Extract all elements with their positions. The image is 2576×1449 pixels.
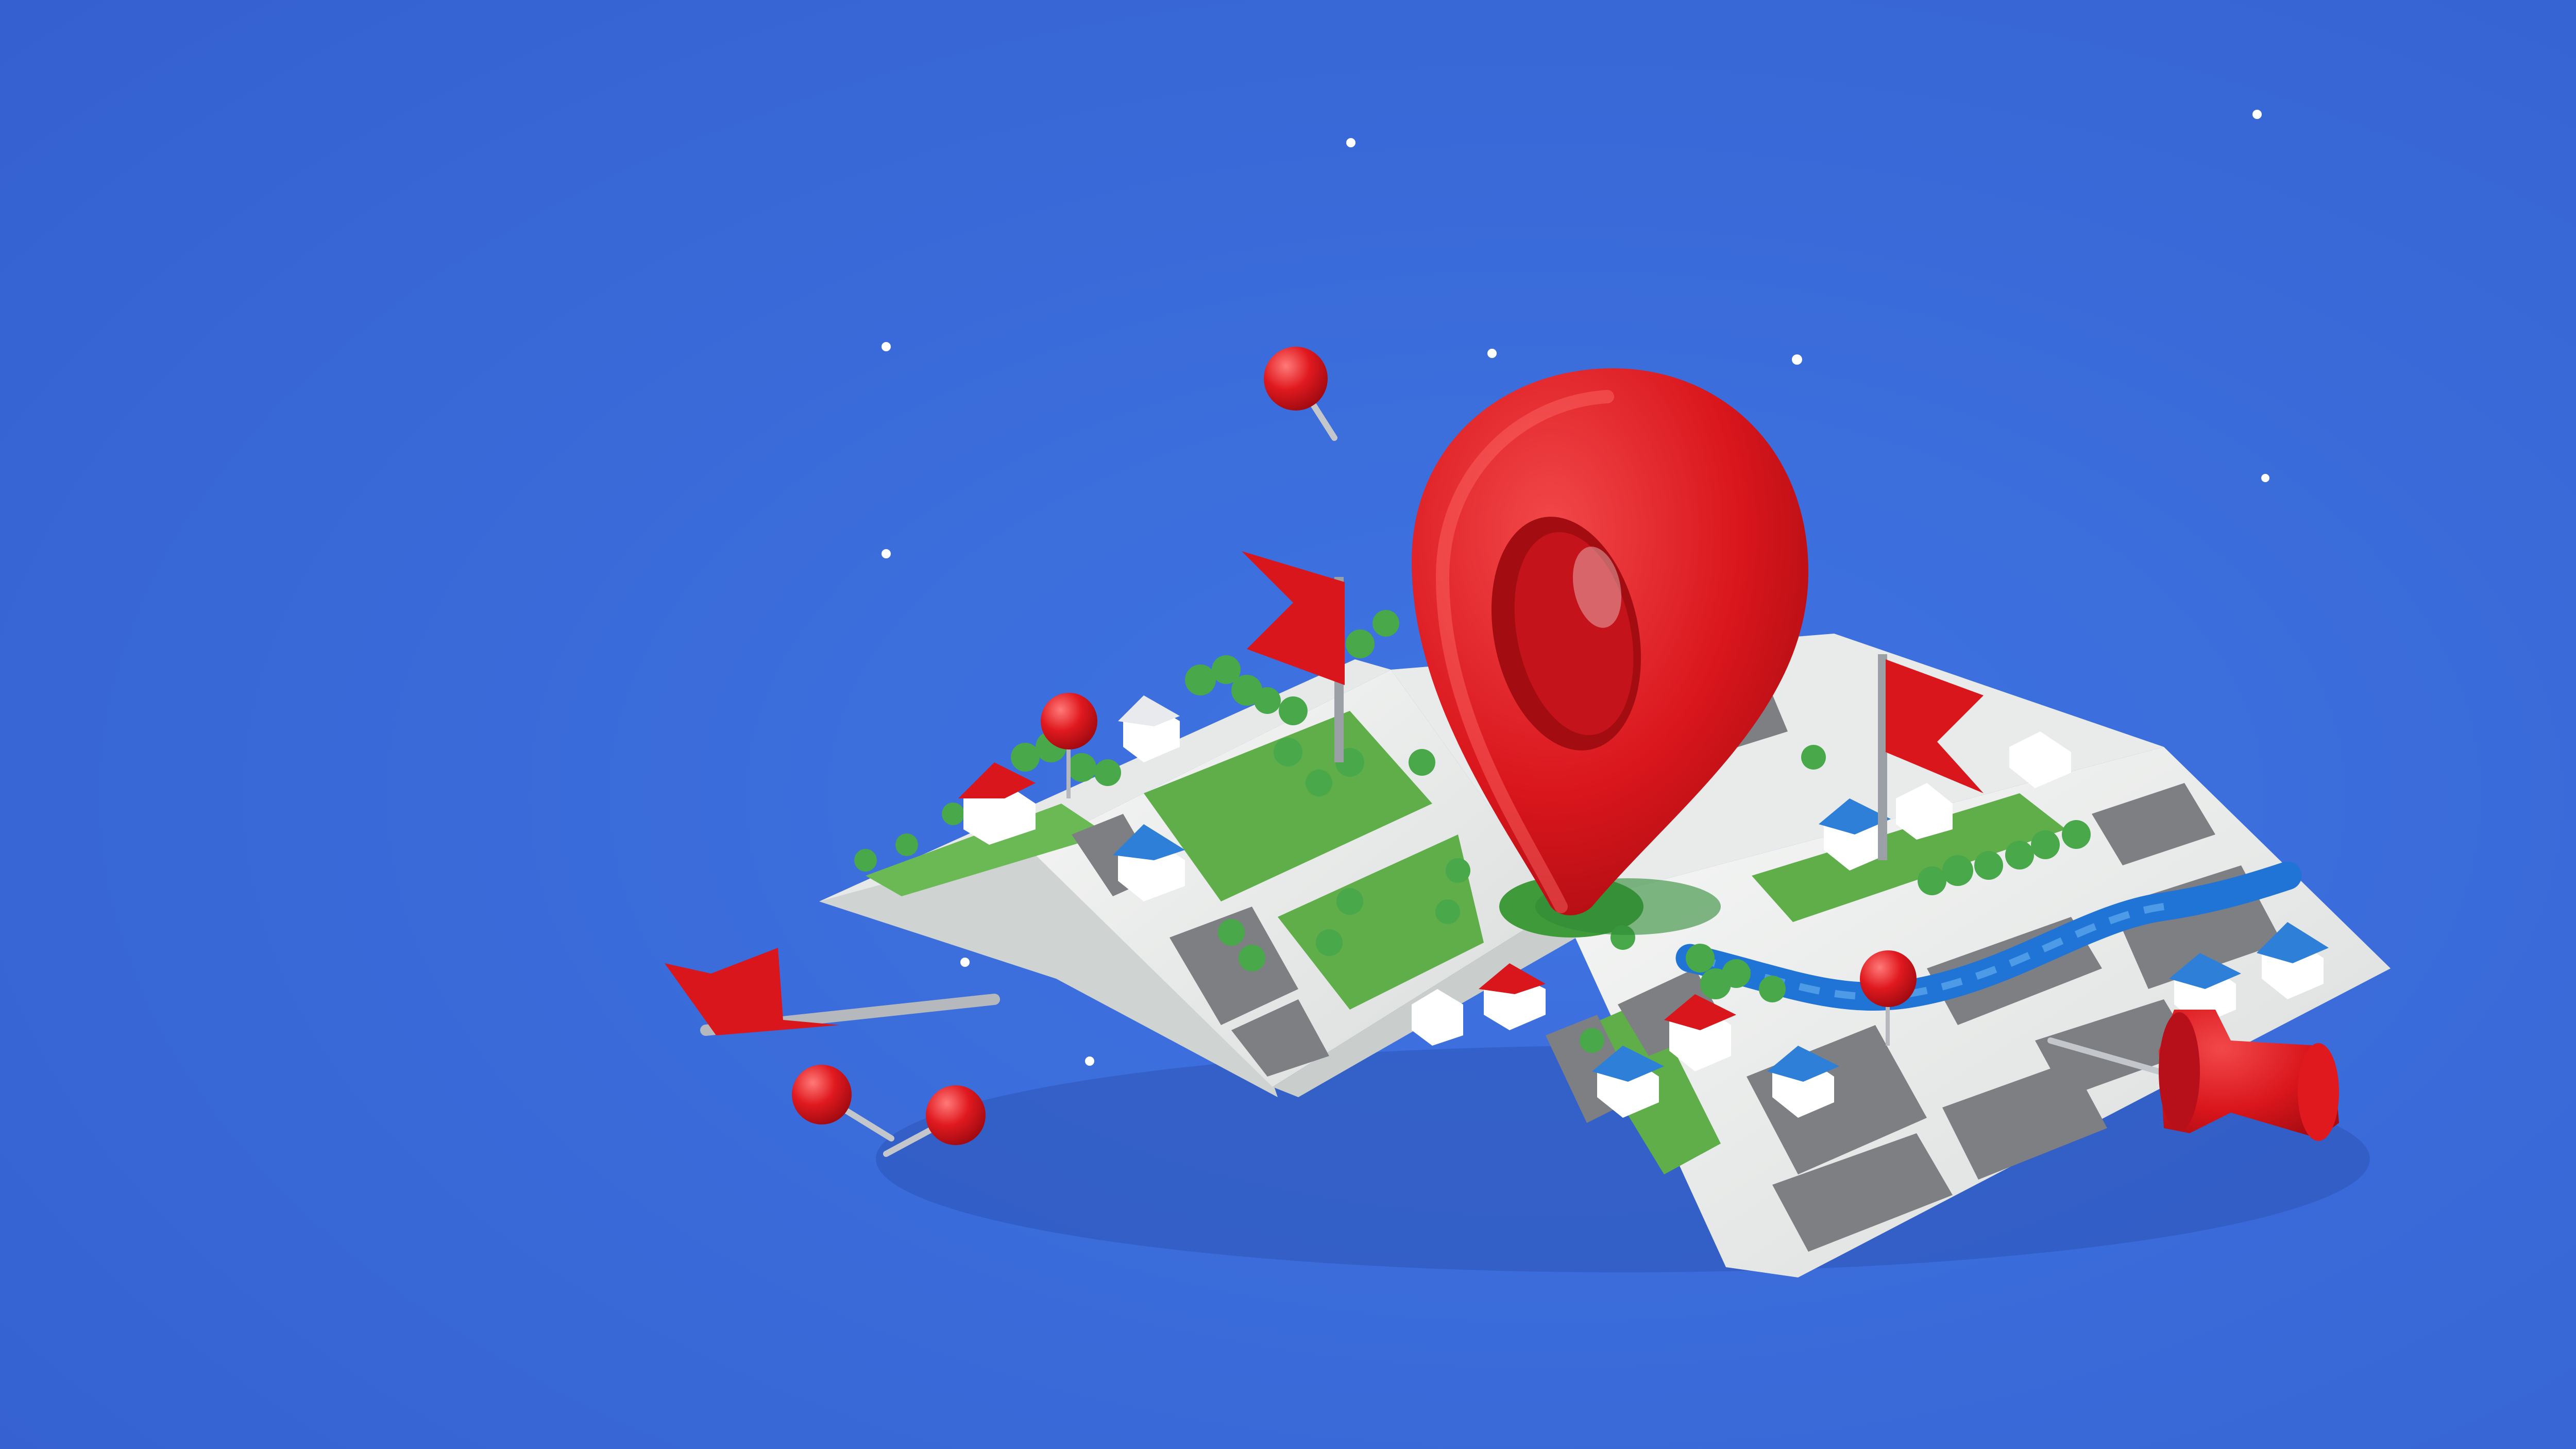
illustration-scene: [0, 0, 2576, 1449]
illustration-canvas: [0, 0, 2576, 1449]
